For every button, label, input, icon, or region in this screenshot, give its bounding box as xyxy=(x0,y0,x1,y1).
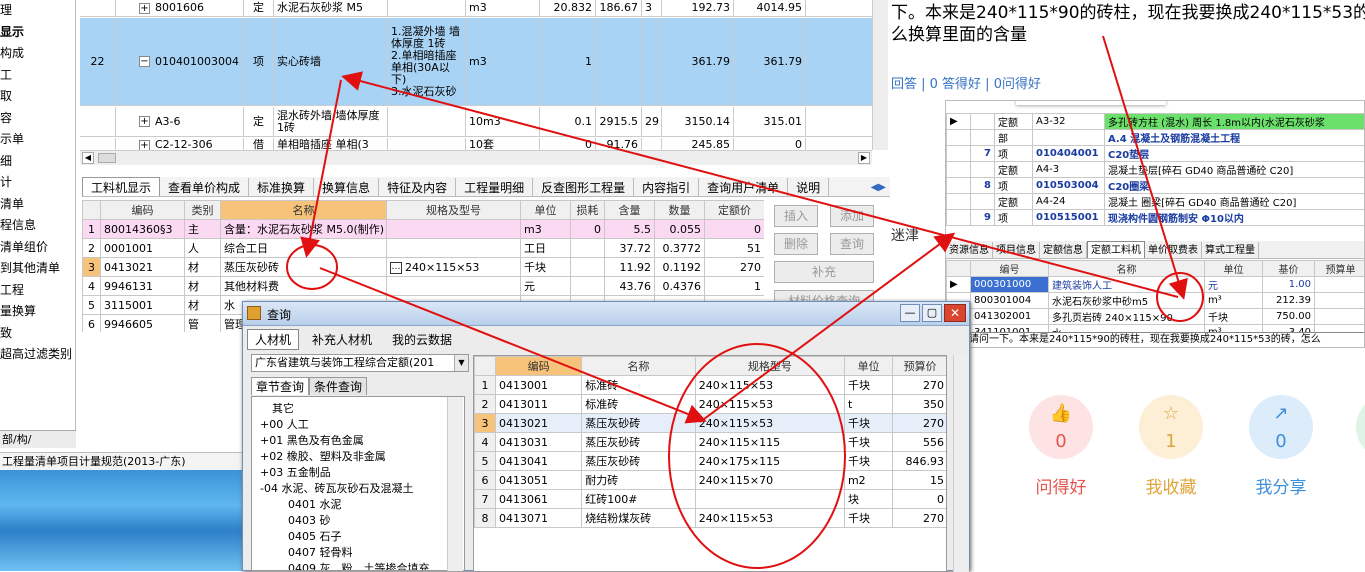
annotation-arrow xyxy=(307,80,341,254)
annotation-arrow xyxy=(1103,36,1183,296)
annotation-arrow xyxy=(700,235,952,422)
annotation-circle-cell xyxy=(287,245,337,289)
annotation-circle-results xyxy=(669,344,845,568)
annotation-arrow xyxy=(345,77,1178,297)
annotation-overlay xyxy=(0,0,1365,571)
annotation-circle-embedded xyxy=(1157,273,1203,321)
annotation-arrow xyxy=(320,268,703,420)
